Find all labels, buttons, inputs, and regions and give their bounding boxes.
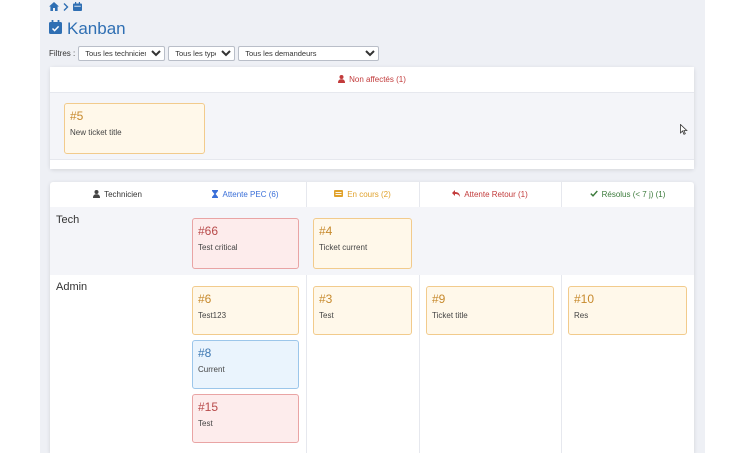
column-label: Attente Retour (1) [464, 190, 528, 199]
breadcrumb [49, 2, 82, 11]
ticket-card[interactable]: #9 Ticket title [426, 286, 554, 335]
ticket-number: #9 [432, 292, 446, 306]
ticket-number: #10 [574, 292, 595, 306]
check-icon [589, 190, 598, 199]
page-title: Kanban [49, 19, 126, 39]
column-header-technician: Technicien [50, 182, 185, 208]
list-icon [334, 190, 344, 199]
ticket-card[interactable]: #66 Test critical [192, 218, 299, 269]
user-icon [93, 189, 101, 200]
ticket-card[interactable]: #15 Test [192, 394, 299, 443]
column-label: Technicien [104, 190, 142, 199]
ticket-title: Current [198, 365, 225, 374]
ticket-card[interactable]: #8 Current [192, 340, 299, 389]
column-header-in-progress[interactable]: En cours (2) [306, 182, 419, 208]
column-header-waiting[interactable]: Attente PEC (6) [185, 182, 306, 208]
ticket-number: #5 [70, 109, 84, 123]
ticket-card[interactable]: #4 Ticket current [313, 218, 412, 269]
ticket-card[interactable]: #6 Test123 [192, 286, 299, 335]
ticket-card[interactable]: #10 Res [568, 286, 687, 335]
ticket-title: Test123 [198, 311, 227, 320]
ticket-number: #8 [198, 346, 212, 360]
ticket-card[interactable]: #5 New ticket title [64, 103, 205, 154]
ticket-number: #3 [319, 292, 333, 306]
technician-name: Tech [56, 214, 80, 226]
filters-label: Filtres : [49, 49, 76, 58]
calendar-check-icon [49, 19, 62, 39]
unassigned-header: Non affectés (1) [50, 67, 694, 93]
ticket-title: Res [574, 311, 589, 320]
reply-icon [452, 190, 461, 199]
user-icon [338, 74, 346, 85]
column-label: Résolus (< 7 j) (1) [601, 190, 666, 199]
ticket-title: New ticket title [70, 128, 122, 137]
ticket-number: #6 [198, 292, 212, 306]
ticket-number: #4 [319, 224, 333, 238]
hourglass-icon [212, 189, 219, 200]
page-title-text: Kanban [67, 19, 126, 38]
ticket-title: Ticket title [432, 311, 468, 320]
calendar-icon[interactable] [73, 2, 82, 11]
ticket-title: Test [198, 419, 213, 428]
ticket-number: #15 [198, 400, 219, 414]
filters-bar: Filtres : Tous les techniciens Tous les … [49, 46, 380, 61]
column-header-waiting-return[interactable]: Attente Retour (1) [419, 182, 561, 208]
kanban-board: Technicien Attente PEC (6) En cours (2) … [50, 182, 694, 453]
unassigned-title: Non affectés (1) [349, 75, 406, 84]
technician-filter-select[interactable]: Tous les techniciens [78, 46, 166, 61]
column-header-resolved[interactable]: Résolus (< 7 j) (1) [561, 182, 694, 208]
column-label: Attente PEC (6) [222, 190, 279, 199]
chevron-right-icon [63, 2, 69, 11]
ticket-title: Test critical [198, 243, 238, 252]
requester-filter-select[interactable]: Tous les demandeurs [238, 46, 380, 61]
ticket-card[interactable]: #3 Test [313, 286, 412, 335]
unassigned-footer [50, 159, 694, 169]
ticket-title: Test [319, 311, 334, 320]
ticket-number: #66 [198, 224, 219, 238]
unassigned-panel: Non affectés (1) #5 New ticket title [50, 67, 694, 169]
type-filter-select[interactable]: Tous les types [168, 46, 236, 61]
home-icon[interactable] [49, 2, 59, 11]
ticket-title: Ticket current [319, 243, 368, 252]
column-label: En cours (2) [347, 190, 391, 199]
technician-name: Admin [56, 281, 88, 293]
mouse-cursor-icon [680, 122, 688, 140]
